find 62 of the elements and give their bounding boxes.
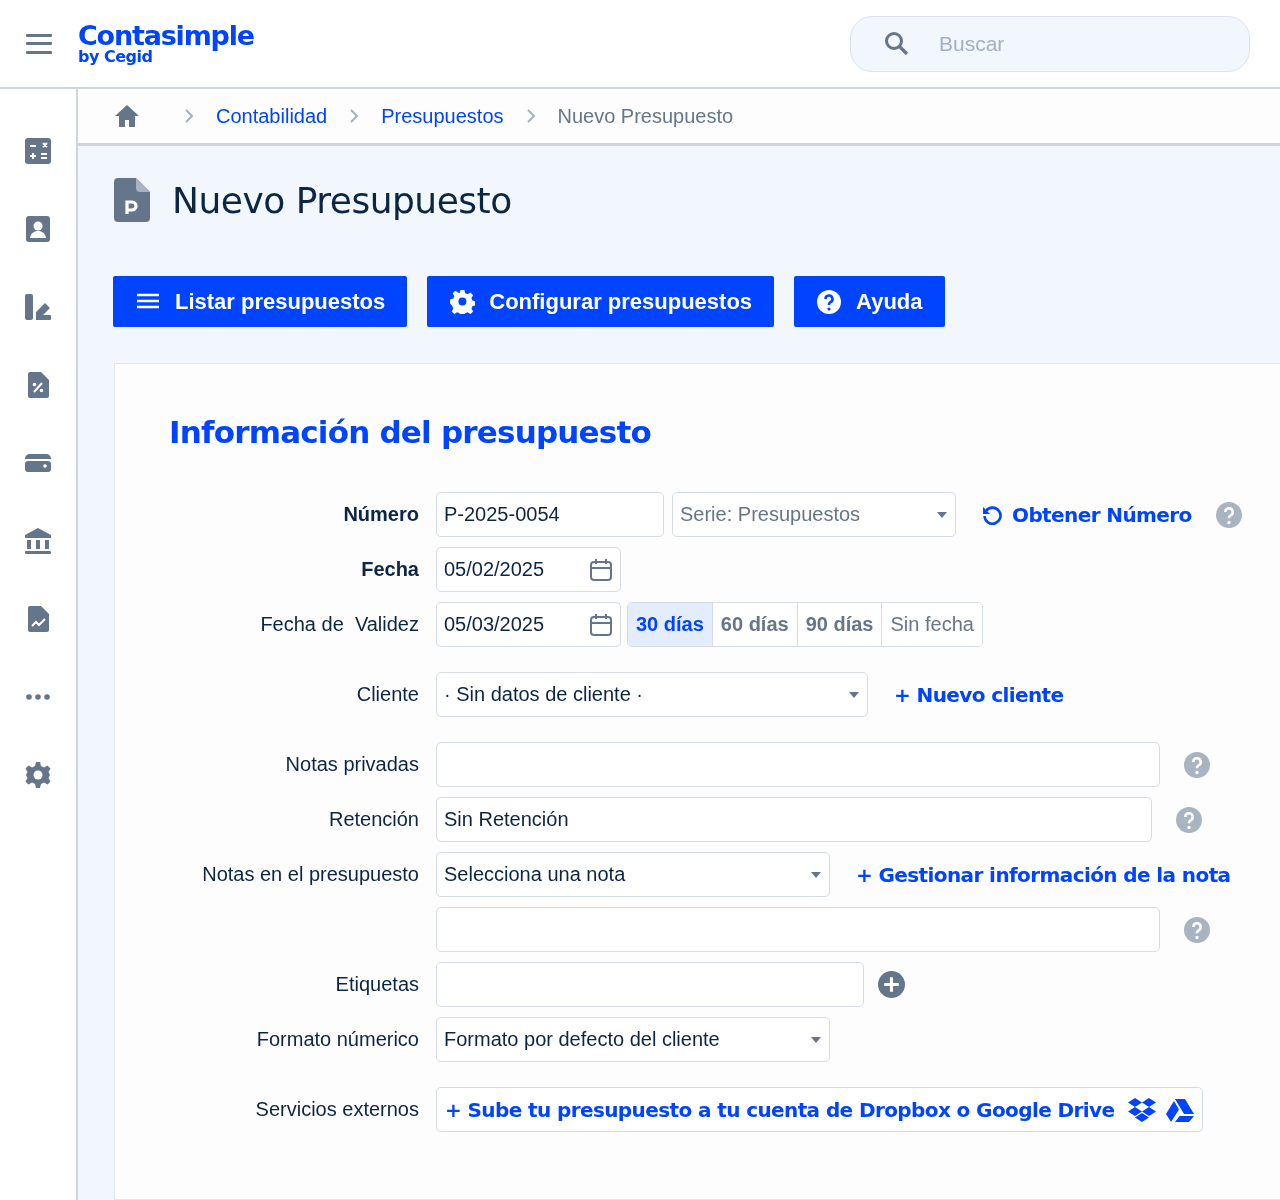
date-field[interactable]: 05/03/2025 xyxy=(436,602,621,647)
logo[interactable]: Contasimple xyxy=(78,22,254,49)
bank-icon[interactable] xyxy=(24,527,52,555)
menu-button[interactable] xyxy=(26,33,52,54)
home-icon[interactable] xyxy=(114,104,140,128)
dropdown[interactable]: · Sin datos de cliente · xyxy=(436,672,868,717)
document-icon xyxy=(114,178,150,222)
input-field[interactable]: P-2025-0054 xyxy=(436,492,664,537)
field-label: Fecha xyxy=(360,558,419,581)
toolbar-button[interactable]: Ayuda xyxy=(794,276,945,327)
breadcrumb-link[interactable]: Contabilidad xyxy=(216,104,328,128)
segment-button[interactable]: 30 días xyxy=(628,603,713,646)
toolbar-button[interactable]: Listar presupuestos xyxy=(113,276,408,327)
link[interactable]: Obtener Número xyxy=(982,502,1192,527)
caret-icon xyxy=(810,870,822,879)
ruler-pencil-icon[interactable] xyxy=(24,293,52,321)
toolbar-button[interactable]: Configurar presupuestos xyxy=(427,276,775,327)
search-icon xyxy=(884,30,910,57)
logo-byline: by Cegid xyxy=(78,49,153,65)
help-icon xyxy=(816,289,843,314)
chevron-icon xyxy=(525,108,536,124)
calendar-icon xyxy=(589,612,613,637)
chevron-icon xyxy=(184,108,194,124)
date-field[interactable]: 05/02/2025 xyxy=(436,547,621,592)
caret-icon xyxy=(810,1035,822,1044)
input-field[interactable]: Sin Retención xyxy=(436,797,1152,842)
breadcrumb-link[interactable]: Presupuestos xyxy=(381,104,504,128)
calculator-icon[interactable] xyxy=(24,137,52,165)
refresh-icon xyxy=(982,504,1002,525)
input-field[interactable] xyxy=(436,962,864,1007)
field-label: Servicios externos xyxy=(254,1098,419,1121)
dropdown[interactable]: Serie: Presupuestos xyxy=(672,492,956,537)
search-field[interactable]: Buscar xyxy=(850,15,1250,72)
caret-icon xyxy=(936,510,948,519)
dropdown[interactable]: Selecciona una nota xyxy=(436,852,830,897)
settings-icon xyxy=(449,289,476,314)
caret-icon xyxy=(848,690,860,699)
dropbox-icon xyxy=(1128,1096,1157,1123)
input-field[interactable] xyxy=(436,907,1160,952)
link[interactable]: + Nuevo cliente xyxy=(894,682,1064,707)
field-label: Cliente xyxy=(355,683,419,706)
drive-icon xyxy=(1166,1097,1195,1122)
field-label: Notas privadas xyxy=(284,753,419,776)
chevron-icon xyxy=(349,108,360,124)
add-button[interactable] xyxy=(878,971,905,998)
contact-card-icon[interactable] xyxy=(24,215,52,243)
field-label: Fecha de Validez xyxy=(259,613,419,636)
calendar-icon xyxy=(589,557,613,582)
field-label: Retención xyxy=(327,808,419,831)
field-label: Formato númerico xyxy=(255,1028,419,1051)
field-label: Número xyxy=(342,503,419,526)
link[interactable]: + Gestionar información de la nota xyxy=(856,862,1231,887)
input-field[interactable] xyxy=(436,742,1160,787)
breadcrumb-current: Nuevo Presupuesto xyxy=(557,104,734,128)
settings-icon[interactable] xyxy=(24,761,52,789)
plus-icon xyxy=(878,971,905,998)
field-label: Notas en el presupuesto xyxy=(201,863,419,886)
page-title: Nuevo Presupuesto xyxy=(172,179,512,221)
field-label: Etiquetas xyxy=(334,973,419,996)
section-title: Información del presupuesto xyxy=(169,414,652,450)
dropdown[interactable]: Formato por defecto del cliente xyxy=(436,1017,830,1062)
upload-button[interactable]: + Sube tu presupuesto a tu cuenta de Dropbox o Google Drive xyxy=(436,1087,1204,1132)
